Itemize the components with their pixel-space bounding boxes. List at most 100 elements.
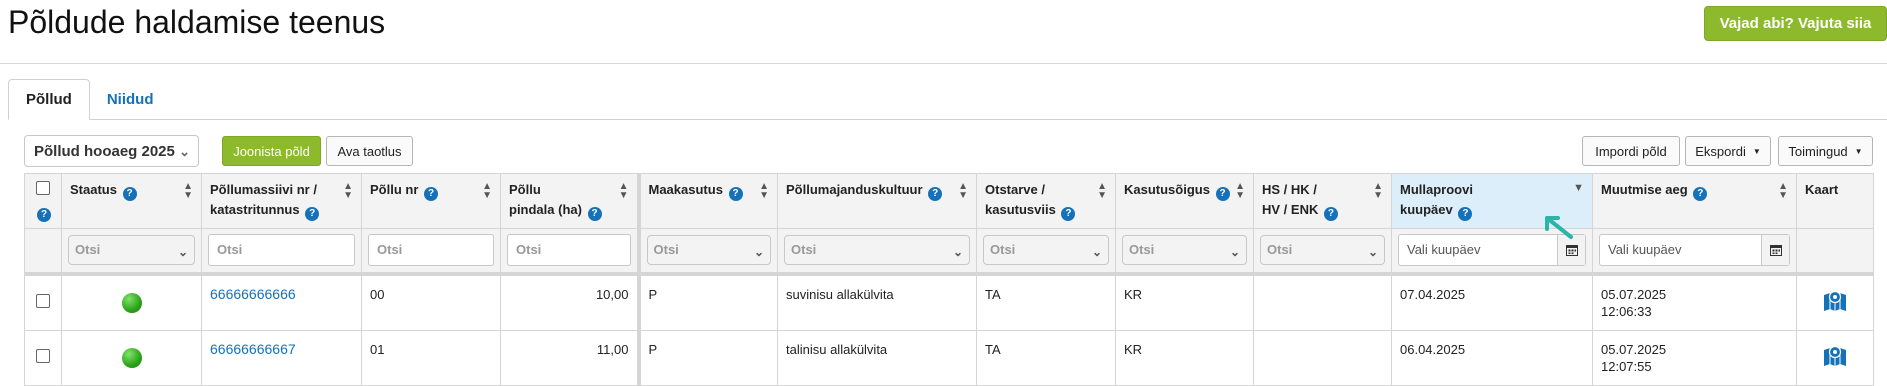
sort-icon[interactable]: ▲ ▼: [482, 182, 492, 201]
sort-icon[interactable]: ▲ ▼: [1097, 182, 1107, 201]
help-icon[interactable]: ?: [1693, 187, 1708, 201]
col-hs-hk[interactable]: HS / HK / HV / ENK ? ▲ ▼: [1253, 173, 1392, 229]
row-checkbox[interactable]: [36, 348, 50, 363]
actions-button[interactable]: Toimingud ▼: [1778, 136, 1873, 166]
chevron-down-icon: ⌄: [1229, 245, 1240, 260]
tab-niidud[interactable]: Niidud: [90, 79, 171, 120]
otstarve-cell: TA: [976, 329, 1116, 386]
col-maakasutus[interactable]: Maakasutus ? ▲ ▼: [636, 173, 778, 229]
pollu-nr-cell: 01: [361, 329, 501, 386]
caret-down-icon: ▼: [1752, 146, 1761, 156]
help-icon[interactable]: ?: [1458, 207, 1473, 221]
otstarve-cell: TA: [976, 271, 1116, 331]
select-all-checkbox[interactable]: [36, 180, 50, 195]
chevron-down-icon: ⌄: [1091, 245, 1102, 260]
chevron-down-icon: ⌄: [1367, 245, 1378, 260]
kasutusoigus-cell: KR: [1115, 271, 1254, 331]
kasutusoigus-filter[interactable]: Otsi ⌄: [1122, 235, 1247, 266]
table-header-row: ? Staatus ? ▲ ▼ Põllumassiivi nr / katastri…: [24, 173, 1874, 229]
filter-row: Otsi ⌄ Otsi Otsi Otsi Otsi ⌄ Otsi ⌄ Otsi ⌄ O…: [24, 228, 1874, 274]
help-icon[interactable]: ?: [1323, 207, 1338, 221]
pollu-nr-cell: 00: [361, 271, 501, 331]
tab-pollud[interactable]: Põllud: [8, 79, 90, 120]
season-select[interactable]: Põllud hooaeg 2025 ⌄: [24, 135, 199, 167]
status-green-icon: [121, 292, 142, 313]
massiiv-link[interactable]: 66666666667: [210, 341, 296, 357]
sort-desc-icon[interactable]: ▼: [1573, 183, 1584, 194]
calendar-icon[interactable]: [1761, 235, 1789, 266]
pollu-nr-filter[interactable]: Otsi: [368, 234, 494, 267]
export-button-label: Ekspordi: [1695, 143, 1746, 159]
maakasutus-cell: P: [636, 329, 778, 386]
kultuur-cell: suvinisu allakülvita: [777, 271, 977, 331]
pindala-cell: 11,00: [500, 329, 639, 386]
help-button[interactable]: Vajad abi? Vajuta siia: [1704, 6, 1887, 41]
sort-icon[interactable]: ▲ ▼: [619, 182, 629, 201]
col-pollu-nr[interactable]: Põllu nr ? ▲ ▼: [361, 173, 501, 229]
chevron-down-icon: ⌄: [952, 245, 963, 260]
select-all-cell: ?: [24, 173, 62, 229]
chevron-down-icon: ⌄: [179, 144, 190, 159]
help-icon[interactable]: ?: [37, 207, 51, 222]
sort-icon[interactable]: ▲ ▼: [1373, 182, 1383, 201]
sort-icon[interactable]: ▲ ▼: [1778, 182, 1788, 201]
col-kaart: Kaart: [1796, 173, 1874, 229]
map-icon[interactable]: [1823, 345, 1847, 370]
help-icon[interactable]: ?: [305, 207, 320, 221]
sort-icon[interactable]: ▲ ▼: [343, 182, 353, 201]
sort-icon[interactable]: ▲ ▼: [958, 182, 968, 201]
draw-field-button[interactable]: Joonista põld: [222, 136, 321, 166]
massiiv-link[interactable]: 66666666666: [210, 286, 296, 302]
header-divider: [0, 63, 1887, 64]
hs-cell: [1253, 329, 1392, 386]
help-icon[interactable]: ?: [728, 187, 743, 201]
kasutusoigus-cell: KR: [1115, 329, 1254, 386]
col-status[interactable]: Staatus ? ▲ ▼: [61, 173, 202, 229]
tab-divider: [8, 119, 1887, 120]
table-row[interactable]: 66666666667 01 11,00 P talinisu allakülv…: [24, 329, 1874, 386]
season-select-value: Põllud hooaeg 2025: [34, 142, 175, 160]
caret-down-icon: ▼: [1854, 146, 1863, 156]
actions-button-label: Toimingud: [1788, 143, 1848, 159]
chevron-down-icon: ⌄: [177, 245, 188, 260]
help-icon[interactable]: ?: [122, 187, 137, 201]
massiiv-filter[interactable]: Otsi: [208, 234, 355, 267]
col-kultuur[interactable]: Põllumajanduskultuur ? ▲ ▼: [777, 173, 977, 229]
export-button[interactable]: Ekspordi ▼: [1685, 136, 1771, 166]
row-checkbox[interactable]: [36, 293, 50, 308]
muutmise-aeg-cell: 05.07.2025 12:06:33: [1592, 271, 1797, 331]
fields-table: ? Staatus ? ▲ ▼ Põllumassiivi nr / katastri…: [24, 173, 1874, 386]
maakasutus-filter[interactable]: Otsi ⌄: [646, 235, 771, 266]
chevron-down-icon: ⌄: [753, 245, 764, 260]
help-icon[interactable]: ?: [587, 207, 602, 221]
pindala-filter[interactable]: Otsi: [507, 234, 631, 267]
kultuur-cell: talinisu allakülvita: [777, 329, 977, 386]
map-icon[interactable]: [1823, 290, 1847, 315]
muutmise-aeg-cell: 05.07.2025 12:07:55: [1592, 329, 1797, 386]
muutmise-date-filter[interactable]: Vali kuupäev: [1599, 234, 1790, 267]
page-title: Põldude haldamise teenus: [8, 4, 386, 40]
col-pindala[interactable]: Põllu pindala (ha) ? ▲ ▼: [500, 173, 639, 229]
col-otstarve[interactable]: Otstarve / kasutusviis ? ▲ ▼: [976, 173, 1116, 229]
sort-icon[interactable]: ▲ ▼: [759, 182, 769, 201]
help-icon[interactable]: ?: [1215, 187, 1230, 201]
kultuur-filter[interactable]: Otsi ⌄: [784, 235, 970, 266]
open-application-button[interactable]: Ava taotlus: [326, 136, 413, 166]
help-icon[interactable]: ?: [424, 187, 439, 201]
hs-cell: [1253, 271, 1392, 331]
mullaproov-cell: 07.04.2025: [1391, 271, 1593, 331]
help-icon[interactable]: ?: [1061, 207, 1076, 221]
otstarve-filter[interactable]: Otsi ⌄: [983, 235, 1109, 266]
sort-icon[interactable]: ▲ ▼: [183, 182, 193, 201]
hs-filter[interactable]: Otsi ⌄: [1260, 235, 1385, 266]
table-row[interactable]: 66666666666 00 10,00 P suvinisu allakülv…: [24, 271, 1874, 331]
col-massiiv[interactable]: Põllumassiivi nr / katastritunnus ? ▲ ▼: [201, 173, 362, 229]
maakasutus-cell: P: [636, 271, 778, 331]
col-kasutusoigus[interactable]: Kasutusõigus ? ▲ ▼: [1115, 173, 1254, 229]
import-field-button[interactable]: Impordi põld: [1582, 136, 1680, 166]
tab-bar: Põllud Niidud: [8, 79, 170, 120]
help-icon[interactable]: ?: [928, 187, 943, 201]
col-muutmise-aeg[interactable]: Muutmise aeg ? ▲ ▼: [1592, 173, 1797, 229]
status-filter[interactable]: Otsi ⌄: [68, 235, 195, 266]
sort-icon[interactable]: ▲ ▼: [1235, 182, 1245, 201]
